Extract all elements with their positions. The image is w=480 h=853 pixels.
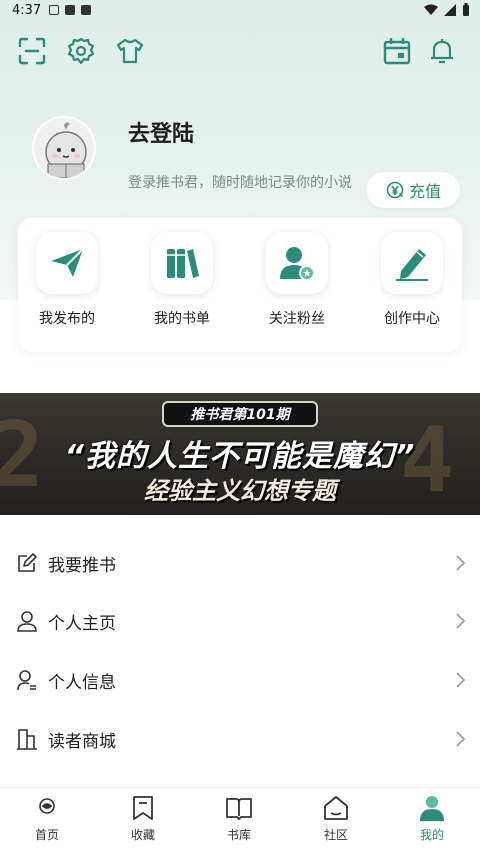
user-follow-icon [280, 247, 315, 281]
bottom-nav: 首页 收藏 书库 社区 我的 [0, 787, 480, 853]
scan-icon[interactable] [17, 36, 47, 66]
nav-item-community[interactable]: 社区 [296, 794, 376, 843]
nav-item-home[interactable]: 首页 [7, 794, 87, 843]
login-subtitle: 登录推书君，随时随地记录你的小说 [128, 175, 352, 191]
books-icon [167, 249, 199, 278]
recharge-button[interactable]: 充值 [366, 172, 460, 208]
chevron-right-icon [456, 555, 466, 571]
pen-icon [396, 249, 428, 281]
nav-label: 收藏 [130, 828, 155, 842]
shirt-icon[interactable] [115, 36, 145, 66]
quick-action-follow[interactable]: 关注粉丝 [250, 232, 344, 328]
nav-label: 我的 [419, 828, 444, 842]
menu-item-personal-info[interactable]: 个人信息 [0, 651, 480, 709]
nav-item-library[interactable]: 书库 [199, 794, 279, 843]
nav-label: 书库 [226, 828, 251, 842]
person-info-icon [17, 670, 36, 691]
menu-item-recommend-book[interactable]: 我要推书 [0, 534, 480, 592]
menu-item-reader-store[interactable]: 读者商城 [0, 710, 480, 768]
banner-subtitle: 经验主义幻想专题 [144, 477, 336, 505]
home-icon [39, 798, 55, 814]
menu-item-homepage[interactable]: 个人主页 [0, 592, 480, 650]
recharge-label: 充值 [408, 182, 441, 201]
menu-label: 个人主页 [48, 613, 116, 634]
status-bar: 4:37 [0, 0, 480, 20]
community-icon [324, 796, 348, 820]
nav-item-favorites[interactable]: 收藏 [103, 794, 183, 843]
app-icon [81, 5, 92, 15]
quick-action-published[interactable]: 我发布的 [20, 232, 114, 328]
chevron-right-icon [456, 731, 466, 747]
nav-label: 首页 [34, 828, 59, 842]
profile-icon [420, 796, 444, 821]
open-book-icon [226, 798, 252, 820]
chevron-right-icon [456, 672, 466, 688]
menu-label: 读者商城 [48, 731, 116, 752]
wifi-icon [424, 4, 438, 15]
login-title[interactable]: 去登陆 [128, 116, 194, 148]
quick-action-label: 关注粉丝 [269, 311, 325, 327]
notification-icon [49, 5, 60, 15]
chevron-right-icon [456, 613, 466, 629]
calendar-icon[interactable] [382, 36, 412, 66]
signal-icon [444, 3, 456, 16]
quick-actions-card: 我发布的 我的书单 关注粉丝 创作中心 [18, 218, 462, 352]
nav-label: 社区 [323, 828, 348, 842]
nav-item-mine[interactable]: 我的 [392, 794, 472, 843]
quick-action-creation[interactable]: 创作中心 [365, 232, 459, 328]
settings-icon[interactable] [66, 36, 96, 66]
sim-icon [65, 5, 76, 15]
quick-action-label: 我发布的 [39, 311, 95, 327]
banner-title: “我的人生不可能是魔幻” [64, 439, 416, 474]
battery-icon [463, 3, 469, 16]
edit-note-icon [18, 553, 37, 572]
quick-action-label: 我的书单 [154, 311, 210, 327]
building-icon [17, 729, 37, 750]
quick-action-label: 创作中心 [384, 311, 440, 327]
banner-tag: 推书君第101期 [162, 401, 318, 427]
menu-label: 我要推书 [48, 555, 116, 576]
avatar[interactable] [32, 116, 96, 180]
person-icon [17, 611, 37, 632]
quick-action-booklist[interactable]: 我的书单 [135, 232, 229, 328]
bell-icon[interactable] [427, 36, 457, 66]
yuan-coin-icon [386, 181, 404, 199]
promo-banner[interactable]: 2 4 推书君第101期 “我的人生不可能是魔幻” 经验主义幻想专题 [0, 393, 480, 515]
menu-label: 个人信息 [48, 672, 116, 693]
status-time: 4:37 [12, 2, 42, 18]
bookmark-icon [133, 796, 153, 820]
send-icon [51, 248, 84, 277]
